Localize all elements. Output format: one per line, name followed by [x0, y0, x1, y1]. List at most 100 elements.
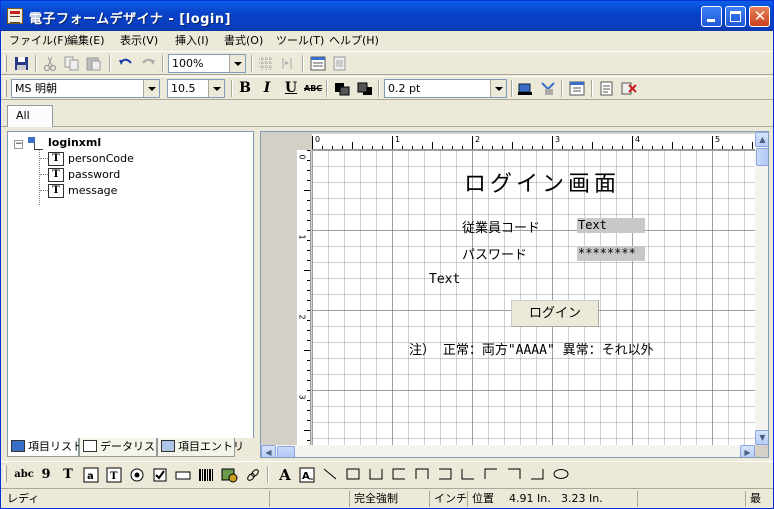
app-icon[interactable] [7, 8, 23, 24]
menu-edit[interactable]: 編集(E) [67, 33, 105, 49]
border-color-button[interactable] [516, 80, 534, 97]
form-view-button[interactable] [309, 55, 327, 72]
form-title[interactable]: ログイン画面 [464, 166, 620, 198]
corner-tl-tool-button[interactable] [484, 468, 498, 480]
corner-br-tool-button[interactable] [530, 468, 544, 480]
vertical-scrollbar[interactable]: ▲ ▼ [755, 132, 768, 445]
password-field[interactable]: ******** [577, 246, 645, 261]
login-button[interactable]: ログイン [511, 300, 599, 327]
menu-help[interactable]: ヘルプ(H) [329, 33, 379, 49]
scroll-left-icon[interactable]: ◀ [261, 445, 276, 457]
text-tool-button[interactable]: T [59, 466, 77, 484]
bracket-top-tool-button[interactable] [415, 468, 429, 480]
checkbox-tool-button[interactable] [151, 466, 169, 484]
ellipse-tool-button[interactable] [553, 468, 569, 480]
radio-tool-button[interactable] [128, 466, 146, 484]
bracket-bottom-tool-button[interactable] [369, 468, 383, 480]
link-tool-button[interactable] [244, 466, 262, 484]
tab-strip: All [1, 101, 773, 127]
menu-file[interactable]: ファイル(F) [9, 33, 68, 49]
exit-button[interactable] [620, 80, 638, 97]
chevron-down-icon[interactable] [208, 80, 224, 97]
horizontal-scrollbar[interactable]: ◀ ▶ [261, 445, 755, 457]
tree-item[interactable]: Tmessage [48, 183, 117, 199]
corner-bl-tool-button[interactable] [461, 468, 475, 480]
italic-button[interactable]: I [258, 80, 276, 97]
textbox-tool-button[interactable]: a [82, 466, 100, 484]
number-tool-button[interactable]: 9 [37, 466, 55, 484]
bring-front-button[interactable] [333, 80, 351, 97]
line-icon [323, 468, 337, 480]
menu-view[interactable]: 表示(V) [120, 33, 158, 49]
toolbar-grip[interactable] [4, 80, 7, 97]
chevron-down-icon[interactable] [490, 80, 506, 97]
password-label[interactable]: パスワード [462, 244, 527, 263]
strikethrough-button[interactable]: ABC [304, 80, 322, 97]
paste-button[interactable] [85, 55, 103, 72]
label-box-tool-button[interactable]: A [298, 466, 316, 484]
scroll-thumb[interactable] [277, 446, 295, 457]
font-name-value: MS 明朝 [15, 82, 57, 95]
tree-root[interactable]: loginxml [28, 135, 101, 151]
close-button[interactable]: ✕ [749, 6, 770, 27]
menu-insert[interactable]: 挿入(I) [175, 33, 209, 49]
underline-button[interactable]: U [282, 80, 300, 97]
grid-button[interactable] [257, 55, 275, 72]
layout-button[interactable] [568, 80, 586, 97]
maximize-button[interactable] [725, 6, 746, 27]
scroll-thumb[interactable] [756, 148, 768, 166]
menu-format[interactable]: 書式(O) [224, 33, 263, 49]
redo-button[interactable] [139, 55, 157, 72]
collapse-icon[interactable]: − [14, 140, 23, 149]
rect-tool-button[interactable] [346, 468, 360, 480]
tree-item[interactable]: Tpassword [48, 167, 120, 183]
employee-code-field[interactable]: Text [577, 218, 645, 233]
menu-tools[interactable]: ツール(T) [276, 33, 324, 49]
tab-item-entry[interactable]: 項目エントリ [157, 438, 244, 457]
preview-button[interactable] [331, 55, 349, 72]
chevron-down-icon[interactable] [143, 80, 159, 97]
line-width-select[interactable]: 0.2 pt [384, 79, 507, 98]
note-text[interactable]: 注） 正常：両方"AAAA" 異常：それ以外 [409, 339, 654, 358]
font-size-select[interactable]: 10.5 [167, 79, 225, 98]
save-button[interactable] [13, 55, 31, 72]
tab-data-list[interactable]: データリスト [79, 438, 166, 457]
employee-code-label[interactable]: 従業員コード [462, 217, 540, 236]
minimize-button[interactable] [701, 6, 722, 27]
tab-item-list[interactable]: 項目リスト [7, 438, 83, 457]
undo-button[interactable] [117, 55, 135, 72]
fill-color-button[interactable] [539, 80, 557, 97]
font-tool-button[interactable]: A [276, 466, 294, 484]
toolbar-grip[interactable] [4, 55, 7, 72]
copy-button[interactable] [63, 55, 81, 72]
label-tool-button[interactable]: abc [13, 466, 35, 484]
form-canvas[interactable]: ログイン画面 従業員コード Text パスワード ******** Text ロ… [312, 150, 755, 445]
image-tool-button[interactable] [220, 466, 238, 484]
chevron-down-icon[interactable] [229, 55, 245, 72]
button-icon [175, 471, 191, 480]
text-area-tool-button[interactable]: T [105, 466, 123, 484]
zoom-select[interactable]: 100% [168, 54, 246, 73]
font-name-select[interactable]: MS 明朝 [11, 79, 160, 98]
message-field[interactable]: Text [429, 272, 460, 287]
snap-button[interactable] [279, 55, 297, 72]
scissors-icon [43, 56, 57, 72]
title-bar[interactable]: 電子フォームデザイナ - [login] ✕ [1, 1, 773, 31]
line-tool-button[interactable] [323, 468, 337, 480]
properties-button[interactable] [598, 80, 616, 97]
tree-item[interactable]: TpersonCode [48, 151, 134, 167]
tab-all[interactable]: All [7, 105, 53, 127]
scroll-up-icon[interactable]: ▲ [755, 132, 768, 147]
left-panel-tabs: 項目リスト データリスト 項目エントリ [7, 438, 254, 458]
scroll-down-icon[interactable]: ▼ [755, 430, 768, 445]
toolbar-grip[interactable] [4, 465, 7, 482]
send-back-button[interactable] [356, 80, 374, 97]
button-tool-button[interactable] [174, 466, 192, 484]
scroll-right-icon[interactable]: ▶ [740, 445, 755, 457]
bracket-left-tool-button[interactable] [392, 468, 406, 480]
bold-button[interactable]: B [236, 80, 254, 97]
bracket-right-tool-button[interactable] [438, 468, 452, 480]
barcode-tool-button[interactable] [197, 466, 215, 484]
cut-button[interactable] [41, 55, 59, 72]
corner-tr-tool-button[interactable] [507, 468, 521, 480]
